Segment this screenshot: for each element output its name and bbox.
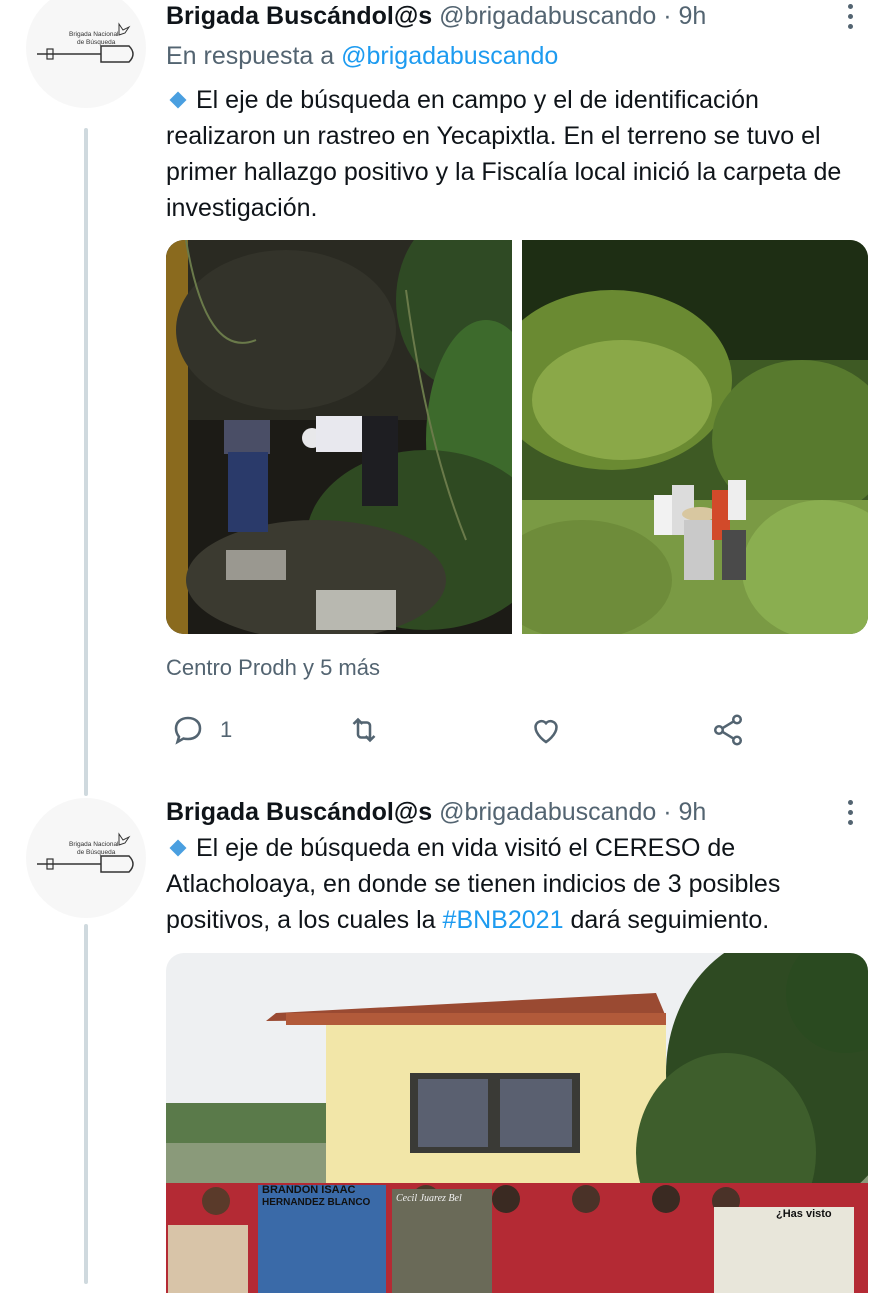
brigade-logo-icon: Brigada Nacional de Búsqueda: [37, 832, 134, 873]
retweet-icon: [352, 717, 376, 743]
thread-line: [84, 924, 88, 1284]
heart-icon: [534, 719, 558, 744]
tweet-time[interactable]: · 9h: [663, 2, 706, 30]
tweet-actions: 1: [166, 712, 866, 752]
retweet-button[interactable]: [346, 712, 382, 748]
tweet[interactable]: Brigada Nacional de Búsqueda Brigada Bus…: [0, 0, 894, 796]
more-options-icon[interactable]: [840, 4, 860, 29]
tweet-text: El eje de búsqueda en vida visitó el CER…: [166, 830, 866, 938]
banner-text: HERNANDEZ BLANCO: [262, 1197, 371, 1208]
tweet-photo[interactable]: [522, 240, 868, 634]
reply-prefix: En respuesta a: [166, 42, 335, 70]
thread-line: [84, 128, 88, 796]
tweet-photo[interactable]: BRANDON ISAAC HERNANDEZ BLANCO Cecil Jua…: [166, 953, 868, 1293]
reply-context: En respuesta a @brigadabuscando: [166, 42, 558, 71]
tweet-time[interactable]: · 9h: [663, 798, 706, 826]
more-options-icon[interactable]: [840, 800, 860, 825]
banner-text: Cecil Juarez Bel: [396, 1193, 462, 1204]
reply-handle-link[interactable]: @brigadabuscando: [341, 42, 558, 70]
tweet-photo[interactable]: [166, 240, 512, 634]
blue-diamond-icon: [169, 839, 187, 857]
tweet-header: Brigada Buscándol@s @brigadabuscando · 9…: [166, 798, 706, 827]
svg-text:Brigada Nacional: Brigada Nacional: [69, 841, 119, 848]
blue-diamond-icon: [169, 91, 187, 109]
user-handle[interactable]: @brigadabuscando: [439, 798, 656, 826]
tweet[interactable]: Brigada Nacional de Búsqueda Brigada Bus…: [0, 790, 894, 1293]
tweet-text-content: dará seguimiento.: [570, 906, 770, 934]
like-button[interactable]: [528, 712, 564, 748]
tweet-header: Brigada Buscándol@s @brigadabuscando · 9…: [166, 2, 706, 31]
reply-icon: [174, 716, 202, 745]
avatar[interactable]: Brigada Nacional de Búsqueda: [26, 798, 146, 918]
reply-button[interactable]: 1: [170, 712, 232, 748]
reply-count: 1: [220, 717, 233, 742]
svg-text:de Búsqueda: de Búsqueda: [77, 849, 116, 856]
banner-text: ¿Has visto: [776, 1208, 832, 1220]
brigade-logo-icon: Brigada Nacional de Búsqueda: [37, 22, 134, 63]
share-button[interactable]: [710, 712, 746, 748]
display-name[interactable]: Brigada Buscándol@s: [166, 2, 432, 30]
tweet-text: El eje de búsqueda en campo y el de iden…: [166, 82, 866, 226]
svg-text:de Búsqueda: de Búsqueda: [77, 39, 116, 46]
banner-text: BRANDON ISAAC: [262, 1184, 356, 1196]
tweet-text-content: El eje de búsqueda en campo y el de iden…: [166, 86, 842, 222]
social-context[interactable]: Centro Prodh y 5 más: [166, 655, 380, 681]
avatar[interactable]: Brigada Nacional de Búsqueda: [26, 0, 146, 108]
svg-text:Brigada Nacional: Brigada Nacional: [69, 31, 119, 38]
user-handle[interactable]: @brigadabuscando: [439, 2, 656, 30]
share-icon: [713, 714, 743, 746]
display-name[interactable]: Brigada Buscándol@s: [166, 798, 432, 826]
hashtag-link[interactable]: #BNB2021: [443, 906, 564, 934]
